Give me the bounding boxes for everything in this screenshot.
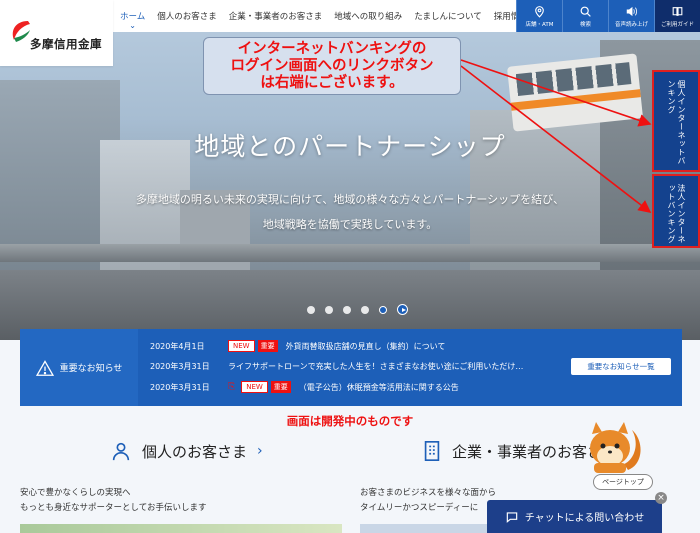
chat-close-icon[interactable]: ×: [655, 492, 667, 504]
new-badge: NEW: [241, 381, 268, 393]
notice-heading: 重要なお知らせ: [20, 329, 138, 406]
nav-item-community[interactable]: 地域への取り組み: [328, 0, 408, 32]
hero-description-line-1: 多摩地域の明るい未来の実現に向けて、地域の様々な方々とパートナーシップを結び、: [135, 193, 565, 206]
carousel-dot-active[interactable]: [379, 305, 387, 314]
book-icon: [672, 6, 683, 16]
personal-internet-banking-button[interactable]: 個人インターネットバンキング: [652, 70, 700, 172]
document-icon: ⎘: [228, 382, 236, 392]
important-notice-panel: 重要なお知らせ 2020年4月1日 NEW 重要 外貨両替取扱店舗の見直し（集約…: [20, 329, 682, 406]
site-logo[interactable]: 多摩信用金庫: [0, 0, 113, 66]
notice-date: 2020年4月1日: [150, 341, 205, 351]
personal-internet-banking-label: 個人インターネットバンキング: [667, 80, 686, 165]
voice-reader-label: 音声読み上げ: [614, 21, 648, 28]
corporate-internet-banking-button[interactable]: 法人インターネットバンキング: [652, 174, 700, 248]
notice-date: 2020年3月31日: [150, 361, 210, 371]
important-badge: 重要: [270, 381, 291, 393]
annotation-line-1: インターネットバンキングの: [237, 41, 427, 57]
business-section-description: お客さまのビジネスを様々な面から タイムリーかつスピーディーに: [360, 486, 496, 516]
hero-monorail: [506, 53, 644, 132]
hero-description-line-2: 地域戦略を協働で実践しています。: [262, 218, 438, 231]
warning-icon: [35, 359, 54, 376]
page-top-button[interactable]: ページトップ: [593, 474, 653, 490]
squirrel-mascot-icon: [590, 422, 641, 473]
nav-item-business[interactable]: 企業・事業者のお客さま: [223, 0, 329, 32]
carousel-dots: [307, 304, 408, 315]
utility-nav: 店舗・ATM 検索 音声読み上げ ご利用ガイド: [516, 0, 700, 32]
notice-date: 2020年3月31日: [150, 382, 210, 392]
carousel-play-icon[interactable]: [397, 304, 408, 315]
notice-heading-label: 重要なお知らせ: [59, 364, 123, 374]
chat-inquiry-button[interactable]: チャットによる問い合わせ: [487, 500, 662, 533]
notice-item[interactable]: 2020年4月1日 NEW 重要 外貨両替取扱店舗の見直し（集約）について: [150, 338, 445, 354]
chat-bubble-icon: [506, 511, 517, 523]
chat-inquiry-label: チャットによる問い合わせ: [524, 513, 645, 524]
hero-title: 地域とのパートナーシップ: [194, 132, 506, 161]
personal-desc-line-2: もっとも身近なサポーターとしてお手伝いします: [20, 503, 207, 513]
logo-text: 多摩信用金庫: [30, 37, 102, 51]
personal-section-description: 安心で豊かなくらしの実現へ もっとも身近なサポーターとしてお手伝いします: [20, 486, 207, 516]
store-atm-button[interactable]: 店舗・ATM: [516, 0, 562, 32]
personal-desc-line-1: 安心で豊かなくらしの実現へ: [20, 488, 131, 498]
speaker-icon: [626, 6, 637, 16]
carousel-dot[interactable]: [307, 305, 315, 314]
nav-item-about[interactable]: たましんについて: [408, 0, 488, 32]
search-label: 検索: [579, 21, 591, 28]
personal-section-link[interactable]: 個人のお客さま ›: [110, 440, 263, 462]
notice-item[interactable]: 2020年3月31日 ⎘ NEW 重要 （電子公告）休眠預金等活用法に関する公告: [150, 379, 459, 395]
search-button[interactable]: 検索: [562, 0, 608, 32]
new-badge: NEW: [228, 340, 255, 352]
annotation-callout: インターネットバンキングの ログイン画面へのリンクボタン は右端にございます。: [203, 37, 461, 95]
main-nav: ホーム 個人のお客さま 企業・事業者のお客さま 地域への取り組み たましんについ…: [114, 0, 534, 32]
business-desc-line-1: お客さまのビジネスを様々な面から: [360, 488, 497, 498]
notice-text: ライフサポートローンで充実した人生を！さまざまなお使い途にご利用いただけ…: [228, 361, 524, 371]
map-pin-icon: [535, 5, 544, 18]
important-badge: 重要: [257, 340, 278, 352]
nav-item-personal[interactable]: 個人のお客さま: [151, 0, 223, 32]
carousel-dot[interactable]: [343, 305, 351, 314]
voice-reader-button[interactable]: 音声読み上げ: [608, 0, 654, 32]
business-section-image: [360, 524, 490, 533]
store-atm-label: 店舗・ATM: [525, 21, 554, 28]
corporate-internet-banking-label: 法人インターネットバンキング: [667, 184, 686, 244]
notice-text: （電子公告）休眠預金等活用法に関する公告: [298, 382, 459, 392]
notice-list-button[interactable]: 重要なお知らせ一覧: [571, 358, 671, 375]
person-icon: [112, 442, 130, 461]
notice-text: 外貨両替取扱店舗の見直し（集約）について: [285, 341, 446, 351]
business-desc-line-2: タイムリーかつスピーディーに: [360, 503, 479, 513]
chevron-right-icon: ›: [257, 443, 263, 459]
nav-item-home[interactable]: ホーム: [114, 0, 151, 32]
carousel-dot[interactable]: [361, 305, 369, 314]
search-icon: [580, 6, 591, 17]
personal-section-image: [20, 524, 342, 533]
notice-item[interactable]: 2020年3月31日 ライフサポートローンで充実した人生を！さまざまなお使い途に…: [150, 358, 523, 374]
user-guide-label: ご利用ガイド: [660, 21, 694, 28]
hero-bridge: [0, 244, 700, 262]
building-icon: [424, 441, 440, 461]
annotation-line-3: は右端にございます。: [260, 75, 404, 91]
annotation-line-2: ログイン画面へのリンクボタン: [230, 58, 434, 74]
personal-section-title: 個人のお客さま: [142, 442, 248, 461]
user-guide-button[interactable]: ご利用ガイド: [654, 0, 700, 32]
carousel-dot[interactable]: [325, 305, 333, 314]
